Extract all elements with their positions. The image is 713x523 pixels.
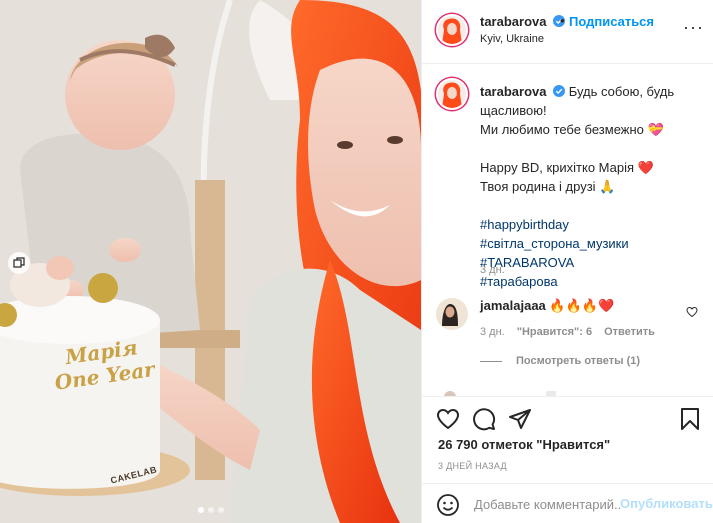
comment-like-heart-icon[interactable] — [686, 306, 698, 318]
caption-line: Happy BD, крихітко Марія ❤️ — [480, 160, 654, 175]
caption-line: Ми любимо тебе безмежно 💝 — [480, 122, 664, 137]
comment-text: jamalajaaa 🔥🔥🔥❤️ — [480, 298, 614, 314]
comment-icon[interactable] — [472, 407, 496, 431]
header-separator: • — [560, 13, 565, 28]
post-side-panel: tarabarova • Подписаться Kyiv, Ukraine ·… — [421, 0, 713, 523]
share-icon[interactable] — [508, 407, 532, 431]
caption-timestamp: 3 дн. — [480, 264, 505, 276]
gallery-badge — [8, 252, 30, 274]
next-comment-peek — [436, 386, 556, 396]
reply-button[interactable]: Ответить — [604, 326, 655, 338]
commenter-avatar[interactable] — [436, 298, 468, 330]
view-replies-button[interactable]: Посмотреть ответы (1) — [480, 355, 640, 367]
carousel-dot[interactable] — [217, 507, 224, 513]
caption-username[interactable]: tarabarova — [480, 84, 546, 99]
post-time-ago: 3 ДНЕЙ НАЗАД — [438, 461, 507, 471]
avatar-image — [438, 16, 466, 44]
hashtag-link[interactable]: #TARABAROVA — [480, 253, 702, 272]
hashtag-link[interactable]: #світла_сторона_музики — [480, 234, 702, 253]
heart-icon[interactable] — [436, 407, 460, 431]
comment-content: 🔥🔥🔥❤️ — [549, 298, 615, 313]
hashtag-link[interactable]: #тарабарова — [480, 272, 702, 291]
publish-comment-button[interactable]: Опубликовать — [620, 496, 713, 511]
location-link[interactable]: Kyiv, Ukraine — [480, 33, 544, 45]
post-header: tarabarova • Подписаться Kyiv, Ukraine ·… — [422, 0, 713, 64]
avatar-image — [438, 80, 466, 108]
bookmark-icon[interactable] — [678, 407, 702, 431]
verified-icon — [553, 85, 566, 97]
post-actions: 26 790 отметок "Нравится" 3 ДНЕЙ НАЗАД О… — [422, 396, 713, 523]
emoji-icon[interactable] — [436, 493, 460, 517]
view-replies-label[interactable]: Посмотреть ответы (1) — [516, 355, 640, 367]
add-comment-input[interactable] — [474, 494, 620, 514]
carousel-dot[interactable] — [207, 507, 214, 513]
post-caption: tarabarova Будь собою, будь щасливою! Ми… — [480, 82, 702, 291]
header-username[interactable]: tarabarova — [480, 14, 566, 29]
carousel-dot[interactable] — [197, 507, 204, 513]
replies-divider — [480, 360, 502, 362]
comment-timestamp: 3 дн. — [480, 326, 505, 338]
caption-avatar[interactable] — [436, 78, 468, 110]
hashtag-link[interactable]: #happybirthday — [480, 215, 702, 234]
add-comment-bar: Опубликовать — [422, 483, 713, 523]
comment-username[interactable]: jamalajaaa — [480, 298, 546, 313]
profile-avatar[interactable] — [436, 14, 468, 46]
avatar-image — [436, 298, 464, 326]
header-username-text[interactable]: tarabarova — [480, 14, 546, 29]
photo-illustration — [0, 0, 421, 523]
carousel-dots — [0, 507, 421, 513]
caption-line: Твоя родина і друзі 🙏 — [480, 179, 616, 194]
comment-likes-count[interactable]: "Нравится": 6 — [517, 326, 592, 338]
follow-button[interactable]: Подписаться — [569, 14, 654, 29]
more-options-icon[interactable]: ··· — [683, 18, 704, 36]
likes-count[interactable]: 26 790 отметок "Нравится" — [438, 437, 610, 452]
post-photo[interactable]: Марія One Year CAKELAB — [0, 0, 421, 523]
carousel-icon — [13, 257, 25, 268]
comment-meta: 3 дн. "Нравится": 6 Ответить — [480, 326, 655, 338]
comments-area[interactable]: tarabarova Будь собою, будь щасливою! Ми… — [422, 64, 713, 396]
